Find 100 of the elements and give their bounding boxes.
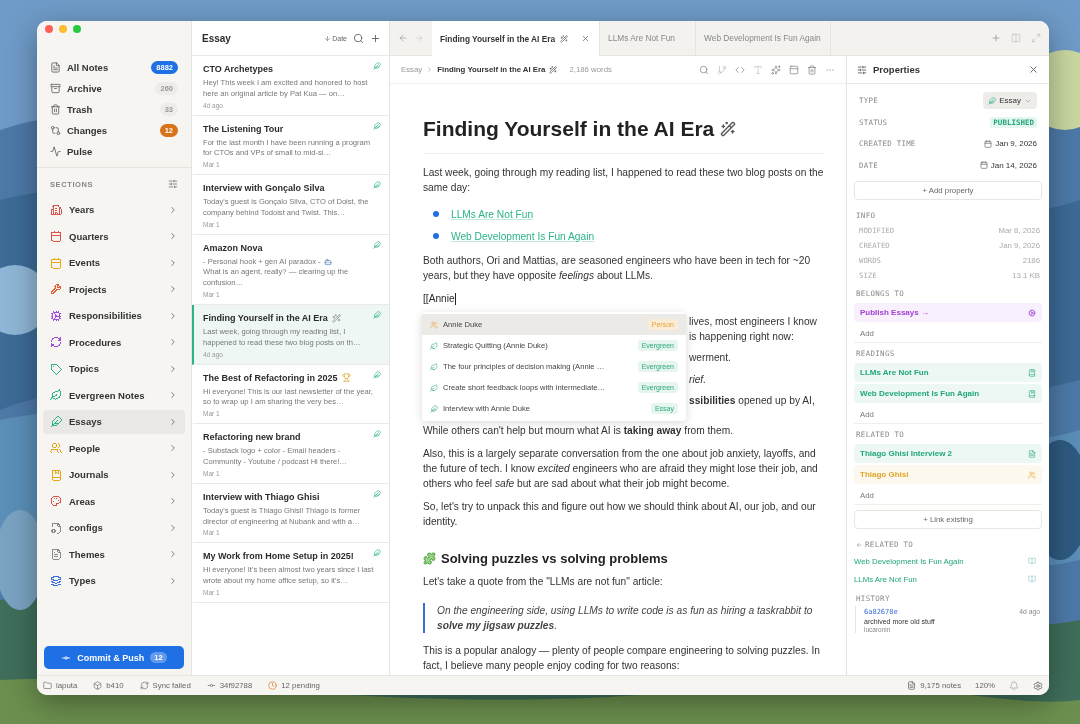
document-icon xyxy=(1028,449,1036,458)
bell-icon[interactable] xyxy=(1009,680,1019,691)
split-view-icon[interactable] xyxy=(1011,33,1021,43)
typed-text[interactable]: [[Annie xyxy=(423,291,455,306)
wand-icon xyxy=(549,65,558,74)
section-item[interactable]: Events xyxy=(43,250,185,275)
panel-title: Properties xyxy=(873,64,920,75)
paragraph: Also, this is a largely separate conversation from the one about job anxiety, layoffs, and the future of tech. I know excited engineers who are afraid they might lose their job, and others who feel safe but are sad about what their job might become. xyxy=(423,447,819,491)
branch-icon[interactable] xyxy=(717,64,727,75)
close-icon[interactable] xyxy=(1028,64,1039,75)
close-window-button[interactable] xyxy=(45,25,53,33)
wand-icon xyxy=(560,34,569,43)
section-item[interactable]: configs xyxy=(43,515,185,540)
section-item[interactable]: Responsibilities xyxy=(43,303,185,328)
note-title: Interview with Thiago Ghisi xyxy=(203,491,320,502)
section-item[interactable]: Projects xyxy=(43,277,185,301)
properties-icon xyxy=(857,64,867,75)
zoom-window-button[interactable] xyxy=(73,25,81,33)
bullet-icon xyxy=(433,233,439,239)
chevron-icon xyxy=(168,257,178,268)
feather-icon xyxy=(373,240,381,249)
date-value[interactable]: Jan 9, 2026 xyxy=(995,139,1037,149)
section-item[interactable]: Procedures xyxy=(43,330,185,354)
leaf-icon xyxy=(430,383,438,392)
chevron-icon xyxy=(168,310,178,321)
section-item[interactable]: Topics xyxy=(43,356,185,381)
forward-icon[interactable] xyxy=(414,33,424,43)
section-item[interactable]: People xyxy=(43,436,185,460)
chevron-icon xyxy=(168,204,178,215)
note-title: Amazon Nova xyxy=(203,242,263,253)
feather-icon xyxy=(373,370,381,379)
search-icon[interactable] xyxy=(353,32,364,44)
minimize-window-button[interactable] xyxy=(59,25,67,33)
note-title: The Listening Tour xyxy=(203,123,284,134)
paragraph: While others can't help but mourn what AI is taking away from them. xyxy=(423,424,734,438)
chevron-icon xyxy=(168,443,178,453)
chevron-icon xyxy=(168,549,178,559)
add-icon[interactable] xyxy=(370,32,381,44)
tab-title: Web Development Is Fun Again xyxy=(704,33,821,43)
chevron-icon xyxy=(168,496,178,506)
section-item[interactable]: Years xyxy=(43,197,185,222)
expand-icon[interactable] xyxy=(1031,33,1041,43)
section-heading: Solving puzzles vs solving problems xyxy=(441,551,668,566)
note-title: Interview with Gonçalo Silva xyxy=(203,183,325,194)
trash-icon[interactable] xyxy=(807,64,817,75)
note-title: CTO Archetypes xyxy=(203,64,274,74)
sparkle-icon[interactable] xyxy=(771,64,781,75)
arrow-down-icon xyxy=(324,34,332,42)
text-fragment: rief. xyxy=(689,372,707,387)
section-item[interactable]: Journals xyxy=(43,462,185,487)
chevron-icon xyxy=(168,337,178,347)
section-item[interactable]: Themes xyxy=(43,542,185,566)
text-fragment: werment. xyxy=(689,351,732,365)
sync-icon xyxy=(139,681,149,690)
chevron-icon xyxy=(168,522,178,533)
chevron-icon xyxy=(168,284,178,294)
commit-icon xyxy=(206,681,216,690)
date-value[interactable]: Jan 14, 2026 xyxy=(990,160,1037,170)
feather-icon xyxy=(373,430,381,439)
feather-icon xyxy=(988,96,997,105)
search-icon[interactable] xyxy=(699,64,709,75)
text-cursor-icon[interactable] xyxy=(753,64,763,75)
block-quote: On the engineering side, using LLMs to write code is as fun as hiring a taskrabbit to solve my jigsaw puzzles. xyxy=(423,603,824,633)
code-icon[interactable] xyxy=(735,64,745,75)
book-icon xyxy=(1028,389,1036,398)
folder-icon xyxy=(43,681,52,690)
arrow-left-icon xyxy=(856,541,862,548)
note-title: The Best of Refactoring in 2025 xyxy=(203,372,338,383)
section-item[interactable]: Quarters xyxy=(43,224,185,248)
calendar-icon xyxy=(979,161,988,170)
chevron-icon xyxy=(426,66,434,73)
text-caret xyxy=(454,292,456,305)
text-fragment: is happening right now: xyxy=(689,329,795,344)
relation-chip[interactable]: Publish Essays → xyxy=(854,303,1042,322)
relation-label: Thiago Ghisi xyxy=(860,470,909,479)
settings-icon[interactable] xyxy=(1033,680,1043,691)
leaf-icon xyxy=(430,341,438,350)
editor-tab[interactable]: Finding Yourself in the AI Era xyxy=(432,21,601,56)
people-icon xyxy=(430,320,438,329)
wand-icon xyxy=(720,121,737,137)
back-icon[interactable] xyxy=(398,33,408,43)
chevron-icon xyxy=(168,231,178,241)
section-item[interactable]: Evergreen Notes xyxy=(43,383,185,407)
section-item[interactable]: Types xyxy=(43,568,185,593)
relation-label: LLMs Are Not Fun xyxy=(860,368,929,377)
branches-icon xyxy=(50,125,61,136)
close-icon[interactable] xyxy=(581,34,591,43)
section-item[interactable]: Essays xyxy=(43,409,185,434)
nav-item[interactable]: Pulse xyxy=(43,141,185,162)
puzzle-icon xyxy=(423,552,436,565)
feather-icon xyxy=(430,404,438,413)
feather-icon xyxy=(373,121,381,130)
paragraph: Let's take a quote from the "LLMs are not fun" article: xyxy=(423,575,664,589)
type-select[interactable]: Essay xyxy=(983,92,1037,110)
section-item[interactable]: Areas xyxy=(43,489,185,513)
clock-icon xyxy=(268,681,278,690)
paragraph: This is a popular analogy — plenty of people compare engineering to solving puzzles. In fact, I believe many people enjoy coding for two reasons: xyxy=(423,644,821,673)
bullet-icon xyxy=(433,211,439,217)
filter-icon[interactable] xyxy=(168,179,178,189)
chevron-icon xyxy=(168,363,178,374)
